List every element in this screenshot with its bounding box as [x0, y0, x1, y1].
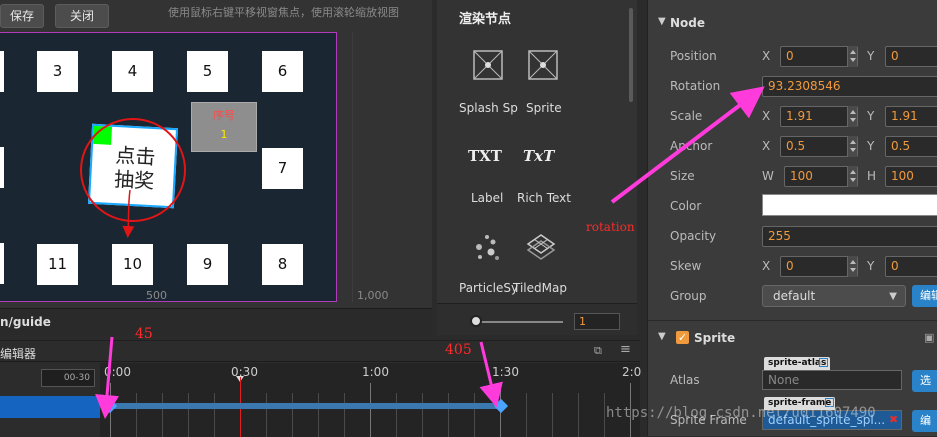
frame-45-annotation: 45 [135, 326, 153, 342]
frame-405-annotation: 405 [445, 342, 472, 358]
draw-arrow [122, 189, 135, 238]
annotation-overlay [95, 86, 765, 419]
rotation-annotation: rotation [586, 220, 635, 234]
frame-45-arrow [95, 336, 119, 419]
watermark: https://blog.csdn.net/u011607490 [606, 405, 876, 421]
rotation-arrow [610, 86, 765, 204]
frame-405-arrow [479, 341, 503, 408]
